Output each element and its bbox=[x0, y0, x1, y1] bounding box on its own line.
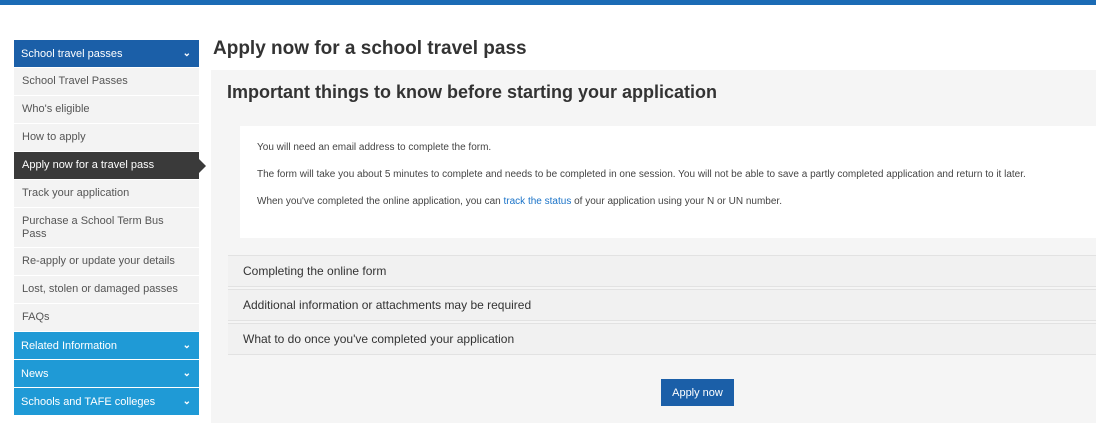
main-content-panel: Important things to know before starting… bbox=[211, 70, 1096, 423]
top-accent-bar bbox=[0, 0, 1096, 5]
chevron-down-icon: ⌄ bbox=[182, 340, 191, 351]
chevron-down-icon: ⌄ bbox=[182, 48, 191, 59]
sidebar-item-reapply[interactable]: Re-apply or update your details bbox=[14, 248, 199, 276]
info-line-track-pre: When you've completed the online applica… bbox=[257, 196, 504, 207]
page-title: Apply now for a school travel pass bbox=[213, 38, 527, 59]
sidebar-section-related-information[interactable]: Related Information ⌄ bbox=[14, 332, 199, 360]
sidebar-item-purchase-bus-pass[interactable]: Purchase a School Term Bus Pass bbox=[14, 208, 199, 248]
sidebar-nav: School travel passes ⌄ School Travel Pas… bbox=[14, 40, 206, 416]
sidebar-item-lost-passes[interactable]: Lost, stolen or damaged passes bbox=[14, 276, 199, 304]
info-box: You will need an email address to comple… bbox=[240, 126, 1096, 238]
sidebar-item-whos-eligible[interactable]: Who's eligible bbox=[14, 96, 199, 124]
apply-now-button[interactable]: Apply now bbox=[661, 379, 734, 406]
accordion-additional-info[interactable]: Additional information or attachments ma… bbox=[228, 289, 1096, 321]
accordion-what-to-do[interactable]: What to do once you've completed your ap… bbox=[228, 323, 1096, 355]
sidebar-section-label: News bbox=[21, 367, 49, 380]
sidebar-header-label: School travel passes bbox=[21, 47, 123, 60]
info-line-duration: The form will take you about 5 minutes t… bbox=[257, 169, 1026, 180]
section-title: Important things to know before starting… bbox=[227, 82, 718, 102]
info-line-track: When you've completed the online applica… bbox=[257, 196, 782, 207]
sidebar-item-track-application[interactable]: Track your application bbox=[14, 180, 199, 208]
info-line-track-post: of your application using your N or UN n… bbox=[571, 196, 782, 207]
sidebar-item-how-to-apply[interactable]: How to apply bbox=[14, 124, 199, 152]
chevron-down-icon: ⌄ bbox=[182, 396, 191, 407]
sidebar-header-school-travel-passes[interactable]: School travel passes ⌄ bbox=[14, 40, 199, 68]
sidebar-item-apply-now[interactable]: Apply now for a travel pass bbox=[14, 152, 206, 180]
track-status-link[interactable]: track the status bbox=[504, 196, 572, 207]
sidebar-item-school-travel-passes[interactable]: School Travel Passes bbox=[14, 68, 199, 96]
chevron-down-icon: ⌄ bbox=[182, 368, 191, 379]
accordion-completing-form[interactable]: Completing the online form bbox=[228, 255, 1096, 287]
info-line-email: You will need an email address to comple… bbox=[257, 142, 492, 153]
sidebar-section-schools-tafe[interactable]: Schools and TAFE colleges ⌄ bbox=[14, 388, 199, 416]
sidebar-section-label: Schools and TAFE colleges bbox=[21, 395, 156, 408]
sidebar-section-news[interactable]: News ⌄ bbox=[14, 360, 199, 388]
sidebar-section-label: Related Information bbox=[21, 339, 117, 352]
sidebar-item-faqs[interactable]: FAQs bbox=[14, 304, 199, 332]
